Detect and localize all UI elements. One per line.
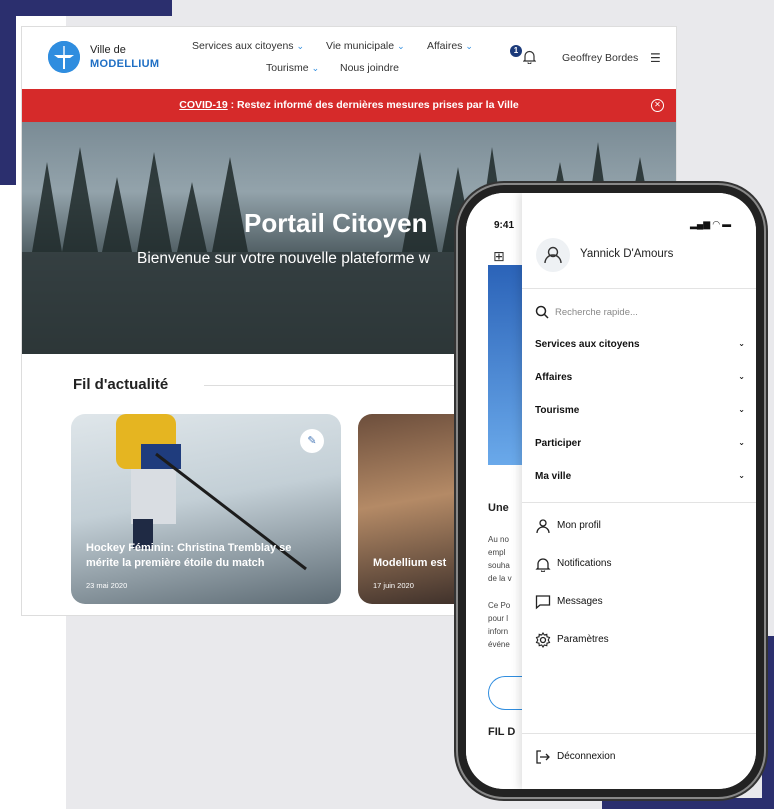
- card-date: 17 juin 2020: [373, 581, 414, 590]
- chevron-down-icon: ⌄: [738, 471, 745, 480]
- covid-link[interactable]: COVID-19: [179, 99, 227, 111]
- chevron-down-icon: ⌄: [465, 41, 473, 51]
- status-icons: ▂▄▆ ◠ ▬: [690, 219, 732, 229]
- screenshot-stage: Ville de MODELLIUM Services aux citoyens…: [0, 0, 774, 809]
- pin-icon[interactable]: ✎: [300, 429, 324, 453]
- covid-text: : Restez informé des dernières mesures p…: [227, 99, 519, 111]
- divider: [522, 502, 756, 503]
- drawer-menu-label: Affaires: [535, 372, 573, 383]
- site-header: Ville de MODELLIUM Services aux citoyens…: [22, 27, 676, 87]
- chevron-down-icon: ⌄: [296, 41, 305, 51]
- status-time: 9:41: [494, 220, 515, 231]
- side-drawer: ▂▄▆ ◠ ▬ Yannick D'Amours Recherche rapid…: [522, 193, 756, 789]
- drawer-menu-item[interactable]: Services aux citoyens ⌄: [535, 339, 745, 350]
- close-icon[interactable]: ✕: [651, 99, 664, 112]
- nav-services-label: Services aux citoyens: [192, 40, 294, 52]
- search-icon: [535, 305, 549, 319]
- city-logo-icon[interactable]: [48, 41, 80, 73]
- news-card[interactable]: ✎ Hockey Féminin: Christina Tremblay se …: [71, 414, 341, 604]
- nav-affaires[interactable]: Affaires ⌄: [427, 40, 473, 52]
- app-heading: Une: [488, 502, 509, 514]
- feed-title: Fil d'actualité: [73, 376, 169, 393]
- user-icon: [544, 246, 562, 264]
- nav-services[interactable]: Services aux citoyens ⌄: [192, 40, 304, 52]
- card-title: Modellium est: [373, 557, 447, 569]
- card-date: 23 mai 2020: [86, 581, 128, 590]
- nav-affaires-label: Affaires: [427, 40, 463, 52]
- app-text-line: pour l: [488, 614, 509, 623]
- logo-line2: MODELLIUM: [90, 58, 160, 70]
- bell-icon: [535, 558, 551, 572]
- chevron-down-icon: ⌄: [738, 438, 745, 447]
- search-input[interactable]: Recherche rapide...: [555, 307, 638, 318]
- app-background: ⊞ Une Au no empl souha de la v Ce Po pou…: [466, 193, 524, 789]
- decor-bar-left: [0, 0, 16, 185]
- app-banner-image: [488, 265, 524, 465]
- app-text-line: événe: [488, 640, 510, 649]
- notifications-link[interactable]: Notifications: [557, 558, 611, 569]
- drawer-menu-label: Tourisme: [535, 405, 580, 416]
- drawer-menu-item[interactable]: Participer ⌄: [535, 438, 745, 449]
- bell-icon: [523, 50, 536, 64]
- nav-tourisme[interactable]: Tourisme ⌄: [266, 62, 319, 74]
- card-title: Hockey Féminin: Christina Tremblay se mé…: [86, 542, 292, 569]
- decor-bar-top: [0, 0, 172, 16]
- chevron-down-icon: ⌄: [738, 405, 745, 414]
- chevron-down-icon: ⌄: [738, 372, 745, 381]
- app-text-line: Au no: [488, 535, 509, 544]
- messages-link[interactable]: Messages: [557, 596, 603, 607]
- hero-subtitle: Bienvenue sur votre nouvelle plateforme …: [137, 250, 430, 267]
- app-text-line: de la v: [488, 574, 512, 583]
- logout-icon: [536, 750, 550, 764]
- drawer-user-name[interactable]: Yannick D'Amours: [580, 248, 673, 260]
- logo-line1: Ville de: [90, 44, 126, 56]
- grid-icon[interactable]: ⊞: [493, 248, 505, 265]
- mon-profil-link[interactable]: Mon profil: [557, 520, 601, 531]
- covid-banner: COVID-19 : Restez informé des dernières …: [22, 89, 676, 122]
- logout-link[interactable]: Déconnexion: [557, 751, 615, 762]
- chevron-down-icon: ⌄: [397, 41, 405, 51]
- feed-divider: [204, 385, 474, 386]
- app-text-line: souha: [488, 561, 510, 570]
- app-text-line: empl: [488, 548, 506, 557]
- app-button[interactable]: [488, 676, 524, 710]
- drawer-menu-label: Services aux citoyens: [535, 339, 640, 350]
- nav-vie-municipale[interactable]: Vie municipale ⌄: [326, 40, 405, 52]
- phone-device: ⊞ Une Au no empl souha de la v Ce Po pou…: [458, 185, 764, 797]
- drawer-menu-label: Ma ville: [535, 471, 572, 482]
- parametres-link[interactable]: Paramètres: [557, 634, 609, 645]
- nav-vie-municipale-label: Vie municipale: [326, 40, 395, 52]
- divider: [522, 733, 756, 734]
- notification-badge: 1: [510, 45, 522, 57]
- nav-nous-joindre-label: Nous joindre: [340, 62, 399, 74]
- nav-tourisme-label: Tourisme: [266, 62, 309, 74]
- user-name[interactable]: Geoffrey Bordes: [562, 52, 638, 64]
- profile-icon: [536, 519, 550, 534]
- gear-icon: [535, 632, 551, 648]
- hero-title: Portail Citoyen: [244, 208, 428, 238]
- avatar[interactable]: [536, 238, 570, 272]
- menu-icon[interactable]: ☰: [650, 51, 661, 65]
- app-text-line: inforn: [488, 627, 509, 636]
- divider: [522, 288, 756, 289]
- chevron-down-icon: ⌄: [738, 339, 745, 348]
- drawer-menu-label: Participer: [535, 438, 582, 449]
- app-feed-heading: FIL D: [488, 726, 516, 738]
- drawer-menu-item[interactable]: Affaires ⌄: [535, 372, 745, 383]
- drawer-menu-item[interactable]: Ma ville ⌄: [535, 471, 745, 482]
- chevron-down-icon: ⌄: [311, 63, 320, 73]
- message-icon: [535, 595, 551, 610]
- notifications-button[interactable]: 1: [510, 45, 540, 67]
- nav-nous-joindre[interactable]: Nous joindre: [340, 62, 399, 74]
- drawer-menu-item[interactable]: Tourisme ⌄: [535, 405, 745, 416]
- decor-bar-bottom: [602, 798, 774, 809]
- app-text-line: Ce Po: [488, 601, 511, 610]
- phone-screen: ⊞ Une Au no empl souha de la v Ce Po pou…: [466, 193, 756, 789]
